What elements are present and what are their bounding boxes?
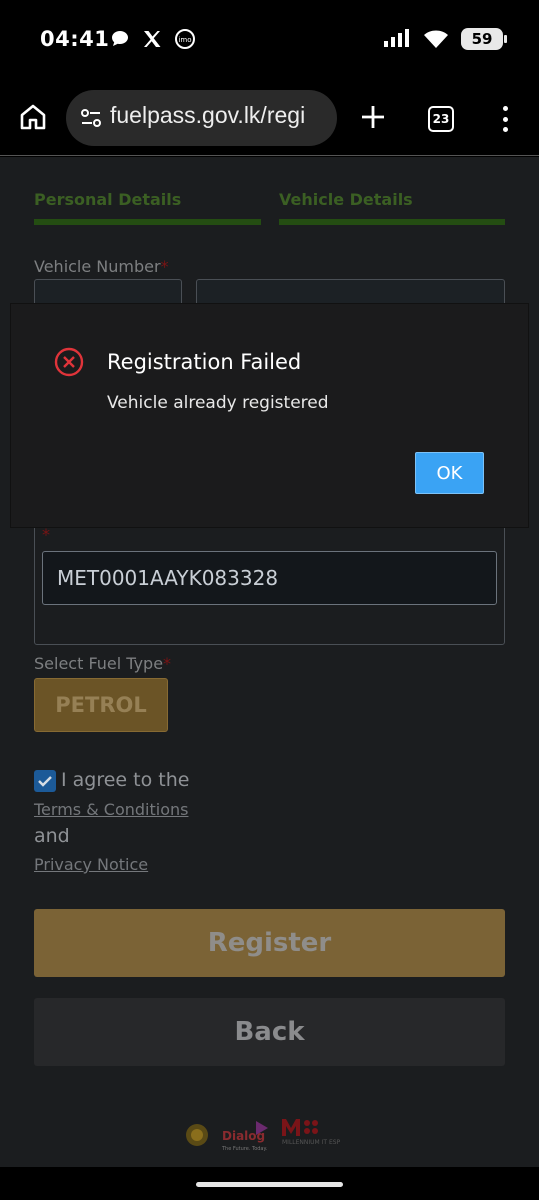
battery-icon: 59 (461, 28, 507, 50)
home-icon[interactable] (18, 102, 48, 132)
ok-button[interactable]: OK (415, 452, 484, 494)
browser-toolbar: fuelpass.gov.lk/regi 23 (0, 80, 539, 156)
terms-link[interactable]: Terms & Conditions (34, 800, 188, 819)
step-progress-vehicle (279, 219, 505, 225)
millennium-it-logo: MILLENNIUM IT ESP (282, 1117, 362, 1153)
fuel-type-label: Select Fuel Type* (34, 654, 172, 673)
signal-icon (384, 29, 409, 47)
millennium-mark-icon (282, 1119, 318, 1136)
agree-text: I agree to the (61, 769, 190, 791)
chassis-required-mark: * (42, 525, 50, 544)
system-icons: 59 (383, 28, 507, 50)
new-tab-icon[interactable] (358, 102, 388, 132)
privacy-link[interactable]: Privacy Notice (34, 855, 148, 874)
chassis-number-input[interactable]: MET0001AAYK083328 (42, 551, 497, 605)
checkmark-icon (38, 776, 52, 787)
navigation-bar (0, 1167, 539, 1200)
back-button[interactable]: Back (34, 998, 505, 1066)
dialog-message: Vehicle already registered (107, 393, 329, 413)
fuel-option-petrol[interactable]: PETROL (34, 678, 168, 732)
tab-switcher-button[interactable]: 23 (428, 106, 454, 132)
agree-checkbox[interactable] (34, 770, 56, 792)
step-progress-personal (34, 219, 261, 225)
more-menu-icon[interactable] (495, 104, 515, 134)
status-bar: 04:41 imo 59 (0, 0, 539, 80)
government-emblem-icon (186, 1124, 208, 1146)
message-icon (112, 31, 128, 46)
dialog-logo: Dialog The Future. Today. (222, 1121, 272, 1153)
address-bar[interactable]: fuelpass.gov.lk/regi (66, 90, 337, 146)
imo-icon: imo (175, 29, 195, 49)
dialog-title: Registration Failed (107, 350, 302, 374)
x-app-icon (144, 31, 161, 47)
site-settings-icon[interactable] (80, 107, 102, 129)
footer-logos: Dialog The Future. Today. MILLENNIUM IT … (0, 1117, 539, 1157)
home-gesture-handle[interactable] (196, 1182, 343, 1187)
notification-icons: imo (110, 28, 196, 50)
clock: 04:41 (40, 27, 110, 51)
register-button[interactable]: Register (34, 909, 505, 977)
error-dialog: Registration Failed Vehicle already regi… (11, 304, 528, 527)
step-personal-details[interactable]: Personal Details (34, 190, 181, 209)
svg-text:imo: imo (178, 36, 191, 44)
step-vehicle-details[interactable]: Vehicle Details (279, 190, 413, 209)
vehicle-number-label: Vehicle Number* (34, 257, 169, 276)
error-circle-icon (54, 347, 84, 377)
wifi-icon (424, 30, 448, 48)
url-text: fuelpass.gov.lk/regi (110, 102, 306, 128)
and-text: and (34, 825, 70, 847)
